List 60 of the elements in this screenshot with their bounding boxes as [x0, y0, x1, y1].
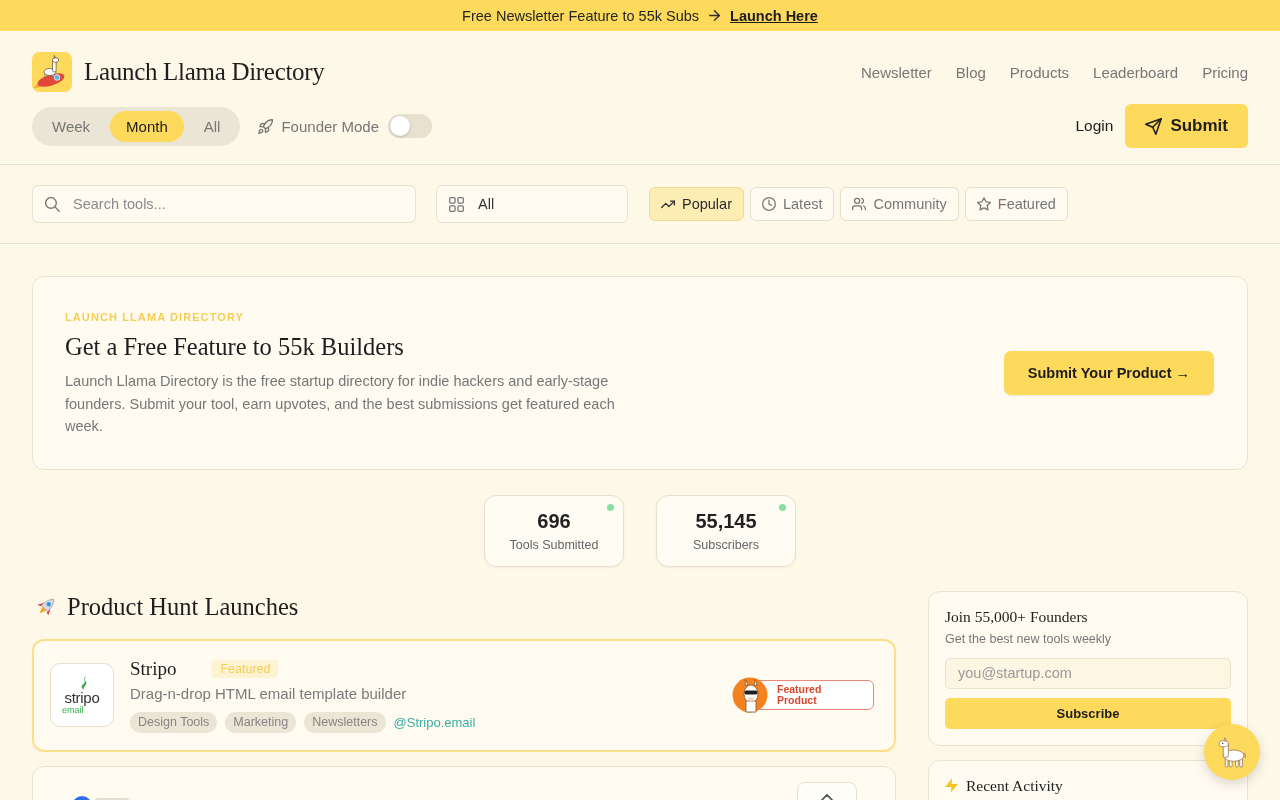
stat-label: Tools Submitted: [509, 536, 599, 553]
llama-icon: [1218, 736, 1246, 768]
period-tab[interactable]: All: [187, 110, 237, 142]
trend-up-icon: [661, 197, 675, 211]
caret-up-icon: [821, 793, 833, 800]
launch-link[interactable]: Launch Here: [730, 7, 818, 24]
newsletter-title: Join 55,000+ Founders: [945, 607, 1089, 626]
sort-button[interactable]: Featured: [964, 187, 1068, 221]
nav-link[interactable]: Leaderboard: [1093, 63, 1179, 81]
nav-link[interactable]: Newsletter: [860, 63, 932, 81]
stat-label: Subscribers: [693, 536, 759, 553]
activity-title: Recent Activity: [966, 776, 1063, 795]
hero-title: Get a Free Feature to 55k Builders: [65, 334, 405, 360]
clock-icon: [762, 197, 776, 211]
stat-value: 55,145: [695, 508, 757, 533]
category-tag: Design Tools: [130, 711, 218, 733]
sort-button[interactable]: Community: [840, 187, 959, 221]
search-field[interactable]: Search tools...: [32, 185, 416, 223]
nav-link[interactable]: Pricing: [1202, 63, 1248, 81]
logo-wordmark: stripo: [64, 689, 100, 705]
section-title: Product Hunt Launches: [67, 592, 299, 621]
product-name: Stripo: [130, 657, 177, 680]
category-tag: Marketing: [225, 711, 297, 733]
subscribe-button[interactable]: Subscribe: [945, 697, 1231, 729]
period-tab[interactable]: Month: [110, 110, 184, 142]
founder-mode-label: Founder Mode: [281, 117, 379, 135]
email-field[interactable]: you@startup.com: [945, 657, 1231, 689]
search-icon: [45, 196, 60, 212]
login-link[interactable]: Login: [1075, 117, 1114, 135]
submit-product-button[interactable]: Submit Your Product →: [1003, 350, 1214, 395]
send-icon: [1145, 117, 1163, 135]
leaf-icon: [79, 675, 89, 690]
featured-label: Featured: [212, 659, 279, 678]
nav-link[interactable]: Blog: [955, 63, 986, 81]
product-card[interactable]: stripo email Stripo Featured Drag-n-drop HTML email template builder Design Tools Marketing Newsletters @Stripo.email Featured Product: [32, 638, 896, 752]
hero-eyebrow: LAUNCH LLAMA DIRECTORY: [65, 310, 245, 325]
submit-button[interactable]: Submit: [1125, 104, 1248, 148]
rocket-icon: [258, 118, 274, 134]
category-tag: Newsletters: [304, 711, 386, 733]
stat-value: 696: [537, 508, 571, 533]
star-icon: [976, 197, 991, 211]
site-title: Launch Llama Directory: [84, 58, 325, 86]
product-description: Drag-n-drop HTML email template builder: [130, 683, 408, 704]
logo-subtext: email: [62, 704, 84, 715]
handle-link[interactable]: @Stripo.email: [393, 714, 476, 730]
users-icon: [852, 197, 867, 211]
announcement-text: Free Newsletter Feature to 55k Subs: [462, 7, 700, 24]
category-select[interactable]: All: [436, 185, 628, 223]
hero-description: Launch Llama Directory is the free startup directory for indie hackers and early-stage founders. Submit your tool, earn upvotes, and the best submissions get featured each week.: [65, 372, 616, 436]
founder-mode-toggle[interactable]: [388, 114, 432, 138]
newsletter-subtitle: Get the best new tools weekly: [945, 630, 1113, 648]
period-tab[interactable]: Week: [36, 110, 107, 142]
sort-button[interactable]: Latest: [750, 187, 835, 221]
nav-link[interactable]: Products: [1009, 63, 1070, 81]
lightning-icon: [945, 777, 958, 793]
grid-icon: [449, 196, 464, 212]
arrow-right-icon: [709, 10, 721, 21]
llama-head-icon: [732, 677, 768, 713]
sort-button[interactable]: Popular: [649, 187, 744, 221]
llama-rocket-icon: [32, 52, 72, 92]
